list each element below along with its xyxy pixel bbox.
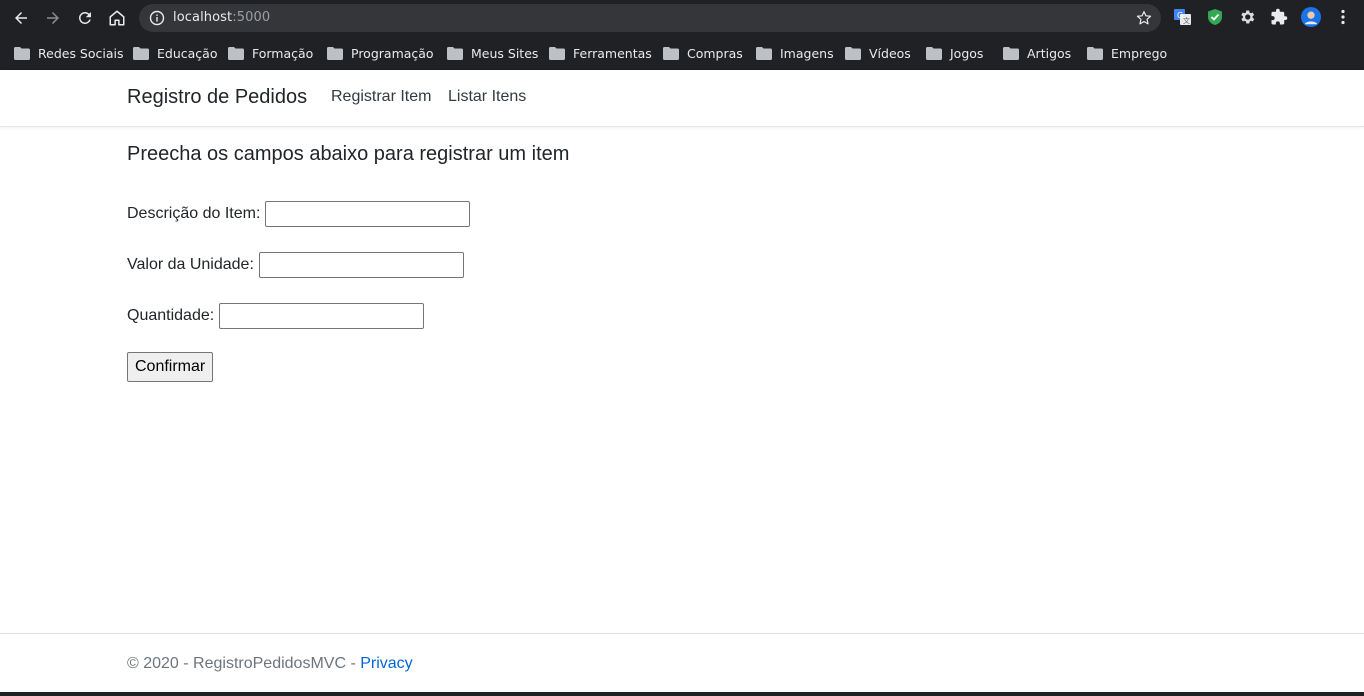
bookmark-label: Programação (351, 45, 434, 61)
translate-extension[interactable]: G 文 (1173, 7, 1193, 27)
url-port: :5000 (232, 10, 271, 25)
bookmark-folder[interactable]: Emprego (1087, 43, 1167, 63)
bookmark-label: Emprego (1111, 45, 1168, 61)
arrow-right-icon (47, 12, 59, 24)
reload-button[interactable] (73, 6, 97, 30)
svg-text:文: 文 (1183, 16, 1190, 25)
info-icon[interactable] (149, 10, 165, 26)
bookmark-folder[interactable]: Formação (228, 43, 313, 63)
bookmark-folder[interactable]: Meus Sites (447, 43, 538, 63)
form-row-descricao: Descrição do Item: (127, 199, 471, 229)
home-button[interactable] (105, 6, 129, 30)
gear-icon (1241, 10, 1255, 24)
site-navbar: Registro de Pedidos Registrar Item Lista… (0, 70, 1364, 127)
folder-icon (447, 46, 463, 60)
browser-menu-button[interactable] (1333, 7, 1353, 27)
valor-input[interactable] (258, 252, 464, 278)
bookmark-label: Vídeos (869, 45, 911, 61)
bookmark-star-icon[interactable] (1135, 9, 1153, 27)
nav-link-registrar-item[interactable]: Registrar Item (331, 88, 431, 106)
descricao-label: Descrição do Item: (127, 205, 261, 222)
nav-link-listar-itens[interactable]: Listar Itens (448, 88, 526, 106)
quantidade-input[interactable] (219, 303, 425, 329)
valor-label: Valor da Unidade: (127, 256, 254, 273)
bookmark-folder[interactable]: Imagens (756, 43, 834, 63)
avatar-icon (1301, 7, 1321, 27)
bookmarks-bar: Redes Sociais Educação Formação Programa… (0, 36, 1364, 70)
folder-icon (327, 46, 343, 60)
url-host: localhost (173, 10, 233, 25)
page-title: Preecha os campos abaixo para registrar … (127, 143, 570, 165)
bookmark-label: Formação (252, 45, 314, 61)
more-vertical-icon (1341, 9, 1345, 25)
settings-extension[interactable] (1237, 7, 1257, 27)
bookmark-folder[interactable]: Educação (133, 43, 217, 63)
browser-toolbar: localhost:5000 G 文 (0, 0, 1364, 36)
translate-icon: G 文 (1174, 9, 1191, 25)
puzzle-icon (1271, 8, 1288, 25)
confirm-button[interactable]: Confirmar (127, 352, 214, 382)
url-text[interactable]: localhost:5000 (173, 10, 270, 25)
folder-icon (133, 46, 149, 60)
bookmark-label: Redes Sociais (38, 45, 124, 61)
bookmark-folder[interactable]: Ferramentas (549, 43, 652, 63)
folder-icon (228, 46, 244, 60)
back-button[interactable] (9, 6, 33, 30)
bookmark-folder[interactable]: Redes Sociais (14, 43, 124, 63)
footer-text: © 2020 - RegistroPedidosMVC - Privacy (127, 655, 413, 673)
bookmark-label: Imagens (780, 45, 834, 61)
folder-icon (1087, 46, 1103, 60)
bookmark-folder[interactable]: Jogos (926, 43, 983, 63)
brand-link[interactable]: Registro de Pedidos (127, 86, 307, 109)
folder-icon (549, 46, 565, 60)
bookmark-label: Ferramentas (573, 45, 652, 61)
home-icon (109, 10, 125, 26)
browser-chrome: localhost:5000 G 文 Redes Sociais Educaçã… (0, 0, 1364, 70)
descricao-input[interactable] (265, 201, 471, 227)
bookmark-label: Educação (157, 45, 218, 61)
forward-button[interactable] (41, 6, 65, 30)
bookmark-folder[interactable]: Vídeos (845, 43, 911, 63)
address-bar[interactable]: localhost:5000 (139, 4, 1161, 32)
bookmark-label: Jogos (950, 45, 984, 61)
extensions-button[interactable] (1269, 7, 1289, 27)
bookmark-folder[interactable]: Compras (663, 43, 743, 63)
footer: © 2020 - RegistroPedidosMVC - Privacy (0, 633, 1364, 693)
shield-icon (1208, 9, 1222, 25)
folder-icon (845, 46, 861, 60)
folder-icon (1003, 46, 1019, 60)
form-row-quantidade: Quantidade: (127, 301, 425, 331)
shield-extension[interactable] (1205, 7, 1225, 27)
folder-icon (756, 46, 772, 60)
bookmark-label: Meus Sites (471, 45, 539, 61)
quantidade-label: Quantidade: (127, 307, 215, 324)
folder-icon (663, 46, 679, 60)
form-row-valor: Valor da Unidade: (127, 250, 464, 280)
folder-icon (926, 46, 942, 60)
folder-icon (14, 46, 30, 60)
window-bottom-edge (0, 692, 1364, 696)
privacy-link[interactable]: Privacy (360, 655, 412, 672)
reload-icon (78, 11, 91, 24)
bookmark-folder[interactable]: Programação (327, 43, 434, 63)
copyright-text: © 2020 - RegistroPedidosMVC - (127, 655, 361, 672)
bookmark-label: Artigos (1027, 45, 1072, 61)
arrow-left-icon (15, 12, 27, 24)
bookmark-label: Compras (687, 45, 743, 61)
profile-avatar[interactable] (1301, 7, 1321, 27)
bookmark-folder[interactable]: Artigos (1003, 43, 1071, 63)
